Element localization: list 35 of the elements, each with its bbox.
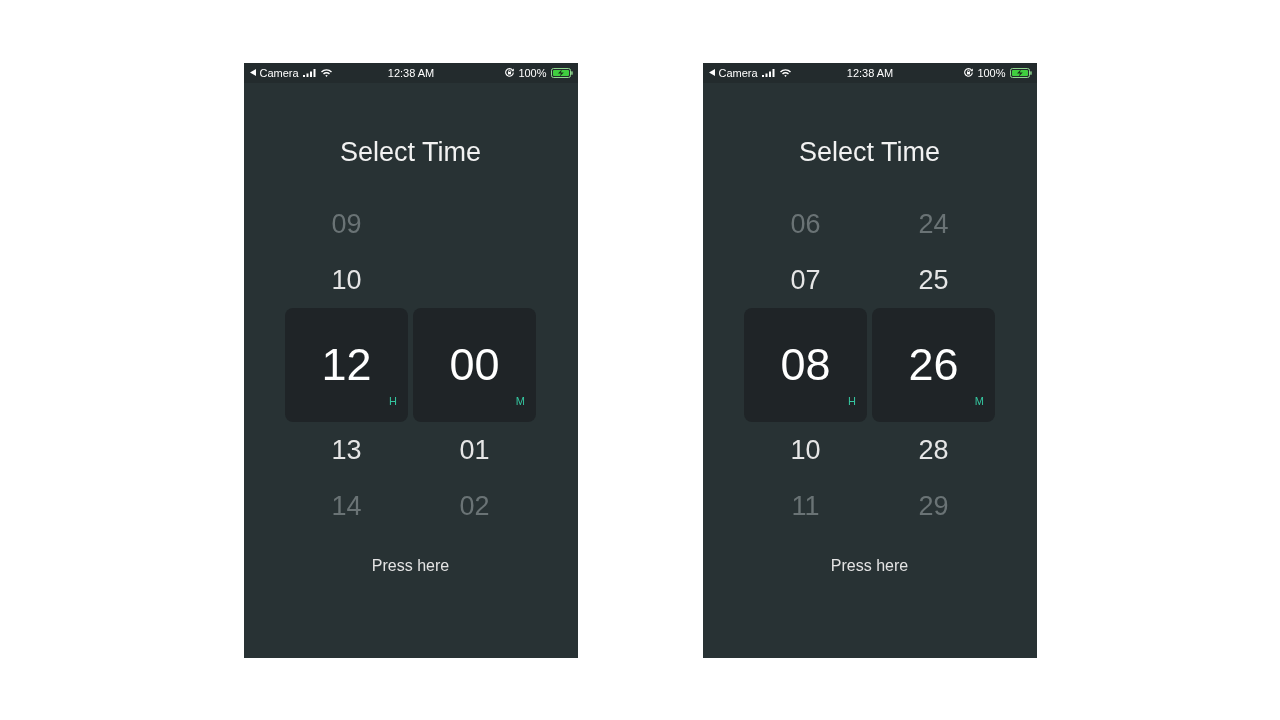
battery-charging-icon: [1009, 67, 1032, 78]
wheel-option[interactable]: 07: [744, 251, 867, 308]
battery-percentage: 100%: [977, 65, 1006, 80]
back-label[interactable]: Camera: [718, 65, 758, 80]
wheel-option[interactable]: 28: [872, 421, 995, 478]
press-here-link[interactable]: Press here: [371, 555, 450, 576]
unit-label: M: [974, 394, 984, 407]
status-time: 12:38 AM: [387, 65, 435, 80]
wheel-option[interactable]: 10: [285, 251, 408, 308]
status-time: 12:38 AM: [846, 65, 894, 80]
screen-title: Select Time: [798, 135, 941, 168]
selected-value[interactable]: 00: [449, 339, 500, 390]
selected-value[interactable]: 26: [908, 339, 959, 390]
selected-value[interactable]: 08: [780, 339, 831, 390]
press-here-link[interactable]: Press here: [830, 555, 909, 576]
unit-label: H: [848, 394, 856, 407]
unit-label: H: [389, 394, 397, 407]
battery-percentage: 100%: [518, 65, 547, 80]
wheel-option[interactable]: 13: [285, 421, 408, 478]
wheel-option[interactable]: 01: [413, 421, 536, 478]
unit-label: M: [515, 394, 525, 407]
rotation-lock-icon: [505, 68, 515, 77]
signal-bars-icon: [761, 68, 776, 77]
wheel-option[interactable]: 10: [744, 421, 867, 478]
back-label[interactable]: Camera: [259, 65, 299, 80]
screen-title: Select Time: [339, 135, 482, 168]
wifi-icon: [320, 68, 332, 77]
battery-charging-icon: [550, 67, 573, 78]
selected-value[interactable]: 12: [321, 339, 372, 390]
rotation-lock-icon: [964, 68, 974, 77]
signal-bars-icon: [302, 68, 317, 77]
back-triangle-icon: [708, 69, 715, 76]
back-triangle-icon: [249, 69, 256, 76]
wifi-icon: [779, 68, 791, 77]
wheel-option[interactable]: 25: [872, 251, 995, 308]
